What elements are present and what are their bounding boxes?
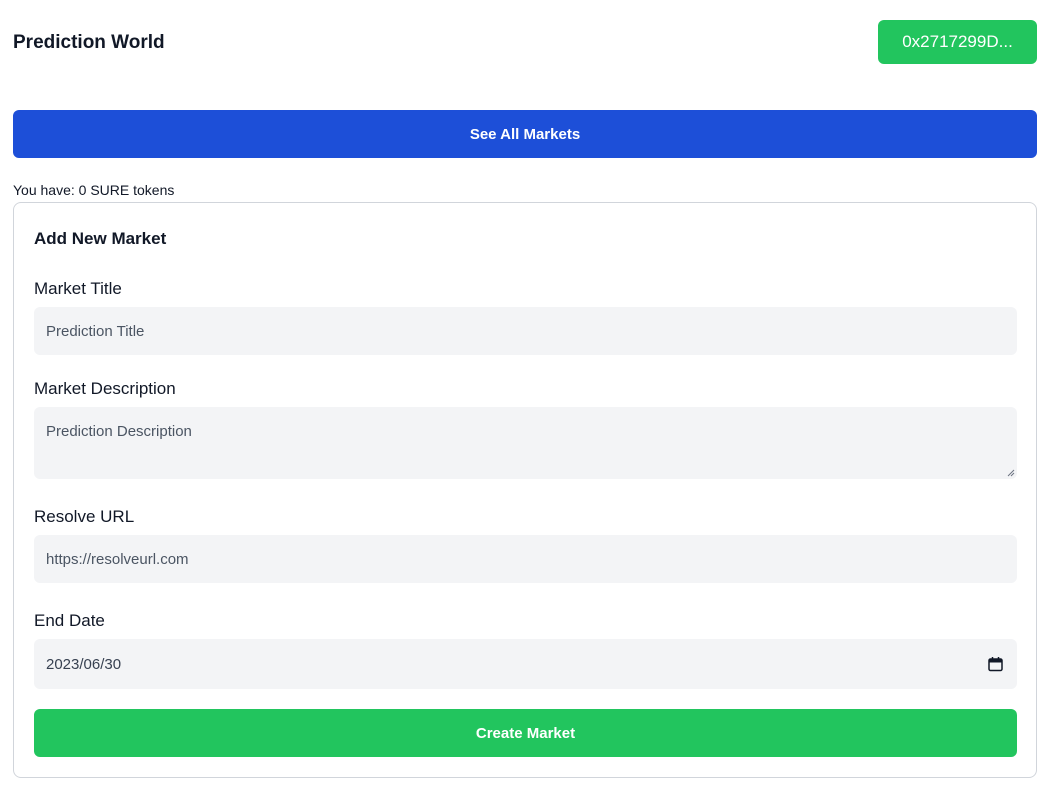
add-market-card: Add New Market Market Title Prediction T… — [13, 202, 1037, 778]
market-title-label: Market Title — [34, 279, 122, 298]
calendar-icon[interactable] — [988, 657, 1003, 672]
wallet-address-button[interactable]: 0x2717299D... — [878, 20, 1037, 64]
market-description-label: Market Description — [34, 379, 176, 398]
market-title-placeholder: Prediction Title — [46, 322, 145, 340]
resolve-url-label: Resolve URL — [34, 507, 135, 526]
see-all-markets-button[interactable]: See All Markets — [13, 110, 1037, 158]
market-description-textarea[interactable]: Prediction Description — [34, 407, 1017, 479]
market-title-input[interactable]: Prediction Title — [34, 307, 1017, 355]
end-date-label: End Date — [34, 611, 105, 630]
end-date-value: 2023/06/30 — [46, 655, 122, 673]
end-date-input[interactable]: 2023/06/30 — [34, 639, 1017, 689]
market-description-placeholder: Prediction Description — [46, 423, 192, 440]
resolve-url-placeholder: https://resolveurl.com — [46, 550, 189, 568]
create-market-button[interactable]: Create Market — [34, 709, 1017, 757]
card-title: Add New Market — [34, 229, 167, 248]
header: Prediction World 0x2717299D... — [13, 20, 1037, 64]
app-title: Prediction World — [13, 32, 165, 53]
token-balance: You have: 0 SURE tokens — [13, 182, 175, 198]
resolve-url-input[interactable]: https://resolveurl.com — [34, 535, 1017, 583]
resize-handle-icon[interactable] — [1007, 469, 1015, 477]
